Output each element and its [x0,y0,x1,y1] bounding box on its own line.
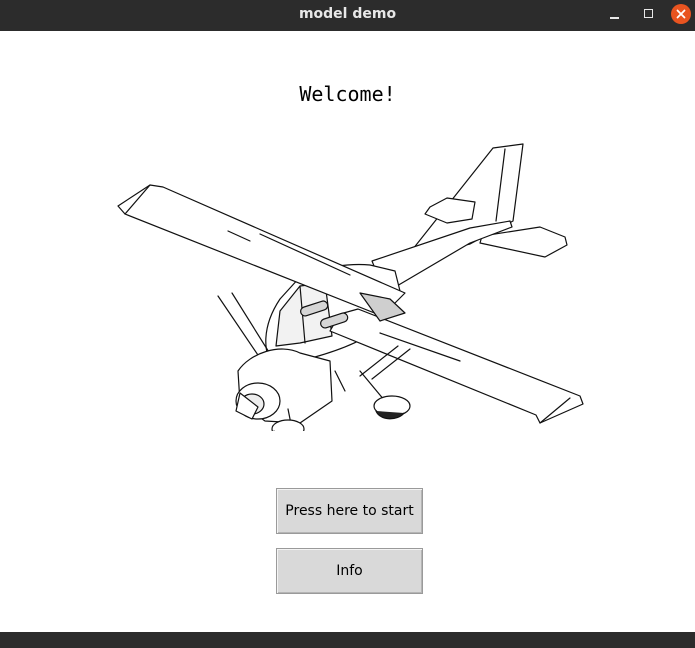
bottom-border [0,632,695,648]
title-bar: model demo [0,0,695,31]
window-title: model demo [298,6,397,22]
minimize-button[interactable] [603,4,625,26]
airplane-icon [117,143,584,431]
close-icon [676,9,686,19]
main-content: Welcome! Press here to start Info [0,31,695,632]
welcome-heading: Welcome! [299,82,396,106]
close-button[interactable] [671,4,693,26]
maximize-icon [644,9,653,18]
start-button[interactable]: Press here to start [276,488,423,534]
maximize-button[interactable] [637,4,659,26]
info-button[interactable]: Info [276,548,423,594]
minimize-icon [610,17,619,19]
